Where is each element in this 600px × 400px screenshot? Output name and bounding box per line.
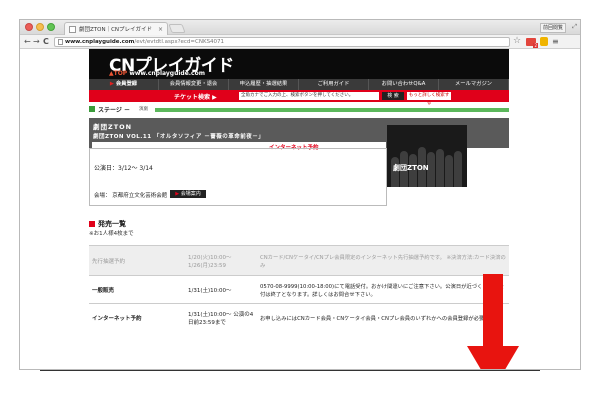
url-text: www.cnplayguide.com/evt/evtdtl.aspx?ecd=…	[65, 39, 225, 45]
browser-menu-icon[interactable]: ≡	[552, 37, 559, 46]
reload-button[interactable]: C	[43, 37, 49, 46]
troupe-photo: 劇団ZTON	[387, 125, 467, 187]
back-button[interactable]: ←	[24, 37, 31, 46]
fullscreen-icon[interactable]: ⤢	[572, 23, 577, 31]
browser-window: 劇団ZTON｜CNプレイガイド × 前回閲覧 ⤢ ← → C www.cnpla…	[19, 19, 581, 370]
top-link[interactable]: ▲TOP	[109, 70, 127, 77]
site-header: CNプレイガイド ▲TOP www.cnplayguide.com	[89, 49, 509, 79]
sales-list-heading: 発売一覧	[89, 219, 126, 229]
event-title: 劇団ZTON VOL.11 「オルタソフィア －薔薇の革命前夜－」	[93, 134, 265, 140]
table-row: 一般販売 1/31(土)10:00～ 0570-08-9999(10:00-18…	[89, 275, 509, 304]
sale-date: 1/31(土)10:00～ 公演の4日前23:59まで	[185, 303, 257, 332]
sale-name: インターネット予約	[89, 303, 185, 332]
minimize-window-button[interactable]	[36, 23, 44, 31]
menu-account[interactable]: 会員情報変更・退会	[159, 79, 229, 90]
ticket-search-bar: チケット検索 ▶ 全角カナでご入力の上、検索ボタンを押してください。 検 索 も…	[89, 90, 509, 106]
menu-faq[interactable]: お問い合わせQ&A	[369, 79, 439, 90]
stage-title: ステージ －	[98, 107, 130, 114]
extension-icon[interactable]	[540, 37, 548, 46]
logo-url-text: www.cnplayguide.com	[129, 70, 205, 77]
sale-date: 1/31(土)10:00～	[185, 275, 257, 304]
site-menu: ▶ 会員登録 会員情報変更・退会 申込履歴・抽選結果 ご利用ガイド お問い合わせ…	[89, 79, 509, 90]
tab-title: 劇団ZTON｜CNプレイガイド	[79, 27, 153, 33]
search-label: チケット検索 ▶	[174, 94, 217, 101]
window-controls	[25, 23, 55, 31]
forward-button[interactable]: →	[33, 37, 40, 46]
browser-tab[interactable]: 劇団ZTON｜CNプレイガイド ×	[64, 22, 168, 35]
sale-date: 1/20(火)10:00～ 1/26(月)23:59	[185, 245, 257, 276]
stage-divider	[155, 108, 509, 112]
page-favicon-icon	[69, 25, 76, 33]
menu-history[interactable]: 申込履歴・抽選結果	[229, 79, 299, 90]
address-bar[interactable]: www.cnplayguide.com/evt/evtdtl.aspx?ecd=…	[54, 37, 510, 47]
performance-dates: 公演日：3/12～ 3/14	[94, 165, 153, 172]
web-page: CNプレイガイド ▲TOP www.cnplayguide.com ▶ 会員登録…	[20, 49, 580, 369]
heading-marker-icon	[89, 221, 95, 227]
menu-register[interactable]: ▶ 会員登録	[89, 79, 159, 90]
sale-description: CNカード/CNケータイ/CNプレ会員限定のインターネット先行抽選予約です。 ※…	[257, 245, 509, 276]
menu-newsletter[interactable]: メールマガジン	[439, 79, 509, 90]
ticket-limit-note: ※お1人様4枚まで	[89, 231, 134, 237]
advanced-search-button[interactable]: もっと詳しく検索する	[407, 92, 451, 106]
zoom-window-button[interactable]	[47, 23, 55, 31]
menu-guide[interactable]: ご利用ガイド	[299, 79, 369, 90]
bookmark-star-icon[interactable]: ☆	[513, 36, 521, 46]
gmail-extension-icon[interactable]: 2	[526, 38, 538, 48]
title-bar: 劇団ZTON｜CNプレイガイド × 前回閲覧 ⤢	[20, 20, 580, 35]
page-icon	[58, 39, 63, 45]
down-arrow-icon	[467, 274, 519, 369]
search-button[interactable]: 検 索	[382, 92, 404, 100]
stage-subtitle: 演劇	[139, 107, 148, 112]
sales-table: 先行抽選予約 1/20(火)10:00～ 1/26(月)23:59 CNカード/…	[89, 245, 509, 332]
table-row: 先行抽選予約 1/20(火)10:00～ 1/26(月)23:59 CNカード/…	[89, 245, 509, 276]
troupe-name: 劇団ZTON	[93, 123, 133, 131]
new-tab-button[interactable]	[168, 24, 186, 33]
table-row: インターネット予約 1/31(土)10:00～ 公演の4日前23:59まで お申…	[89, 303, 509, 332]
photo-caption: 劇団ZTON	[393, 164, 429, 172]
section-marker-icon	[89, 106, 95, 112]
extension-badge: 2	[533, 43, 538, 48]
sale-name: 先行抽選予約	[89, 245, 185, 276]
event-info-box: 公演日：3/12～ 3/14 会場： 京都府立文化芸術会館 ▶ 会場案内	[89, 148, 387, 206]
close-window-button[interactable]	[25, 23, 33, 31]
search-input[interactable]: 全角カナでご入力の上、検索ボタンを押してください。	[239, 92, 379, 100]
venue-guide-button[interactable]: ▶ 会場案内	[170, 190, 206, 198]
history-button[interactable]: 前回閲覧	[539, 23, 566, 33]
sale-name: 一般販売	[89, 275, 185, 304]
logo-subline: ▲TOP www.cnplayguide.com	[109, 70, 205, 77]
browser-toolbar: ← → C www.cnplayguide.com/evt/evtdtl.asp…	[20, 35, 580, 49]
stage-section-header: ステージ － 演劇	[89, 105, 509, 114]
venue-text: 会場： 京都府立文化芸術会館	[94, 193, 168, 199]
bottom-rule	[40, 370, 540, 371]
tab-close-icon[interactable]: ×	[158, 26, 163, 33]
